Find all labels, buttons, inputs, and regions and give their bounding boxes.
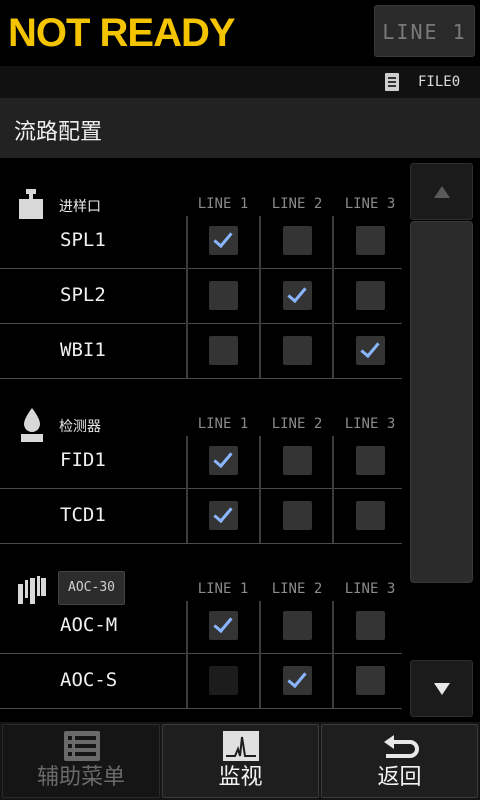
checkbox-spl2-line1[interactable] [209,281,238,310]
checkbox-aoc-m-line2[interactable] [283,611,312,640]
group-label-injector: 进样口 [59,199,101,215]
autosampler-icon [18,576,46,608]
checkbox-fid1-line1[interactable] [209,446,238,475]
aux-menu-button[interactable]: 辅助菜单 [2,724,160,798]
checkbox-fid1-line2[interactable] [283,446,312,475]
checkbox-aoc-s-line3[interactable] [356,666,385,695]
page-title: 流路配置 [14,120,103,145]
checkbox-tcd1-line1[interactable] [209,501,238,530]
group-label-autosampler[interactable]: AOC-30 [58,571,125,605]
checkbox-wbi1-line2[interactable] [283,336,312,365]
row-label: WBI1 [60,339,106,361]
checkbox-wbi1-line3[interactable] [356,336,385,365]
row-label: FID1 [60,449,106,471]
scroll-up-button[interactable] [410,163,473,220]
row-label: SPL1 [60,229,106,251]
status-text: NOT READY [8,11,236,55]
column-header-line-3: LINE 3 [344,416,396,432]
column-header-line-1: LINE 1 [197,416,249,432]
monitor-button[interactable]: 监视 [162,724,319,798]
column-header-line-2: LINE 2 [271,416,323,432]
line-selector-button[interactable]: LINE 1 [374,5,475,57]
column-header-line-1: LINE 1 [197,196,249,212]
checkbox-spl1-line2[interactable] [283,226,312,255]
file-label: FILE0 [418,74,461,90]
checkbox-spl1-line3[interactable] [356,226,385,255]
back-button[interactable]: 返回 [321,724,478,798]
checkbox-aoc-m-line3[interactable] [356,611,385,640]
file-bar [0,66,480,98]
scroll-down-button[interactable] [410,660,473,717]
checkbox-fid1-line3[interactable] [356,446,385,475]
monitor-label: 监视 [218,765,263,790]
column-header-line-1: LINE 1 [197,581,249,597]
checkbox-tcd1-line2[interactable] [283,501,312,530]
scrollbar-thumb[interactable] [410,221,473,583]
row-label: AOC-M [60,614,118,636]
detector-icon [21,408,43,446]
group-label-detector: 检测器 [59,419,101,435]
checkbox-spl2-line2[interactable] [283,281,312,310]
row-label: TCD1 [60,504,106,526]
row-label: AOC-S [60,669,118,691]
file-icon [385,73,399,91]
checkbox-spl1-line1[interactable] [209,226,238,255]
checkbox-tcd1-line3[interactable] [356,501,385,530]
checkbox-aoc-s-line2[interactable] [283,666,312,695]
column-header-line-2: LINE 2 [271,196,323,212]
checkbox-wbi1-line1[interactable] [209,336,238,365]
back-label: 返回 [377,765,422,790]
checkbox-aoc-m-line1[interactable] [209,611,238,640]
aux-menu-label: 辅助菜单 [36,765,125,790]
checkbox-aoc-s-line1[interactable] [209,666,238,695]
column-header-line-3: LINE 3 [344,196,396,212]
flow-config-panel: 进样口 LINE 1 LINE 2 LINE 3 SPL1 SPL2 WBI1 … [0,158,410,722]
injector-icon [19,189,43,223]
checkbox-spl2-line3[interactable] [356,281,385,310]
row-label: SPL2 [60,284,106,306]
column-header-line-2: LINE 2 [271,581,323,597]
column-header-line-3: LINE 3 [344,581,396,597]
